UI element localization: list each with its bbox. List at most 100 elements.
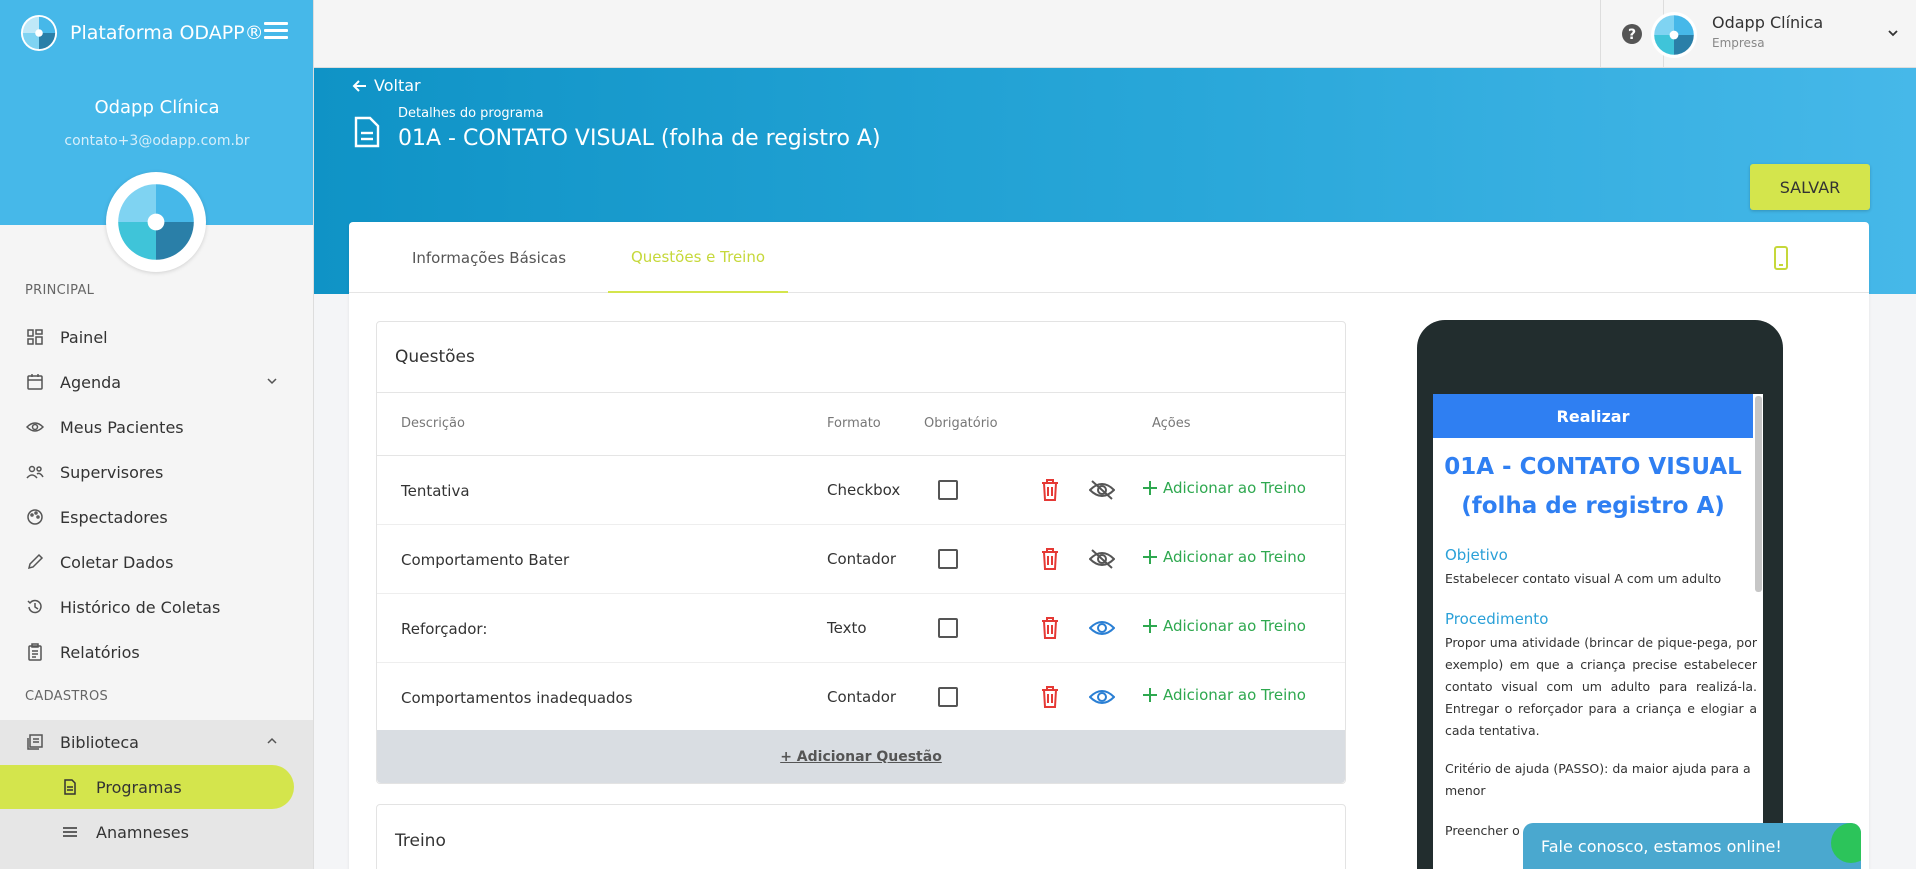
required-checkbox[interactable]	[938, 549, 958, 569]
procedure-text: Propor uma atividade (brincar de pique-p…	[1445, 635, 1757, 738]
topbar: ? Odapp Clínica Empresa	[314, 0, 1916, 68]
plus-icon	[1143, 619, 1157, 633]
chevron-down-icon[interactable]	[1886, 26, 1900, 40]
chat-widget[interactable]: Fale conosco, estamos online!	[1523, 823, 1861, 869]
brand-name: Plataforma ODAPP®	[70, 22, 264, 44]
puzzle-logo-icon	[20, 14, 58, 52]
sidebar-item-biblioteca[interactable]: Biblioteca	[0, 720, 313, 764]
arrow-left-icon	[352, 79, 366, 92]
page-title: 01A - CONTATO VISUAL (folha de registro …	[398, 126, 881, 151]
objective-heading: Objetivo	[1445, 546, 1508, 564]
sidebar-item-label: Relatórios	[60, 642, 140, 662]
scrollbar[interactable]	[1755, 396, 1762, 592]
chevron-down-icon	[267, 378, 277, 385]
pencil-icon	[27, 553, 44, 570]
sidebar-item-label: Painel	[60, 327, 108, 347]
chat-label: Fale conosco, estamos online!	[1541, 836, 1782, 856]
training-title: Treino	[395, 831, 446, 851]
topbar-avatar[interactable]	[1651, 12, 1697, 58]
topbar-user-name[interactable]: Odapp Clínica	[1712, 13, 1823, 32]
eye-icon[interactable]	[1089, 686, 1115, 708]
add-to-training-label: Adicionar ao Treino	[1163, 686, 1306, 704]
sidebar-item-label: Supervisores	[60, 462, 164, 482]
sidebar-item-label: Meus Pacientes	[60, 417, 184, 437]
book-icon	[27, 734, 43, 750]
list-icon	[63, 827, 77, 837]
back-link[interactable]: Voltar	[352, 76, 421, 95]
training-panel: Treino	[376, 804, 1346, 869]
sidebar-item-programas[interactable]: Programas	[0, 765, 294, 809]
eye-off-icon[interactable]	[1089, 479, 1115, 501]
back-label: Voltar	[374, 76, 421, 95]
palette-icon	[27, 509, 43, 525]
mobile-preview-icon[interactable]	[1774, 246, 1788, 270]
sidebar-item-coletar-dados[interactable]: Coletar Dados	[0, 540, 313, 584]
eye-off-icon[interactable]	[1089, 548, 1115, 570]
sidebar-item-meus-pacientes[interactable]: Meus Pacientes	[0, 405, 313, 449]
sidebar-item-label: Histórico de Coletas	[60, 597, 221, 617]
perform-button[interactable]: Realizar	[1433, 394, 1753, 438]
questions-title: Questões	[395, 347, 475, 367]
plus-icon	[1143, 481, 1157, 495]
sidebar-item-espectadores[interactable]: Espectadores	[0, 495, 313, 539]
sidebar-item-painel[interactable]: Painel	[0, 315, 313, 359]
question-description: Reforçador:	[401, 620, 488, 638]
svg-text:?: ?	[1628, 27, 1636, 43]
trash-icon[interactable]	[1041, 479, 1059, 501]
chevron-up-icon	[267, 737, 277, 744]
table-row: Comportamentos inadequados Contador Adic…	[377, 664, 1345, 732]
document-icon	[64, 779, 76, 795]
tab-questoes-treino[interactable]: Questões e Treino	[608, 222, 788, 293]
sidebar-item-anamneses[interactable]: Anamneses	[0, 810, 294, 854]
preview-title: 01A - CONTATO VISUAL (folha de registro …	[1444, 454, 1742, 519]
column-required: Obrigatório	[924, 416, 998, 431]
question-format: Texto	[827, 619, 867, 637]
required-checkbox[interactable]	[938, 618, 958, 638]
phone-screen: Realizar 01A - CONTATO VISUAL (folha de …	[1433, 394, 1763, 869]
questions-panel: Questões Descrição Formato Obrigatório A…	[376, 321, 1346, 784]
clipboard-icon	[28, 643, 42, 661]
sidebar-item-agenda[interactable]: Agenda	[0, 360, 313, 404]
tabs: Informações Básicas Questões e Treino	[349, 222, 1869, 293]
table-row: Reforçador: Texto Adicionar ao Treino	[377, 595, 1345, 663]
add-to-training-button[interactable]: Adicionar ao Treino	[1143, 548, 1306, 566]
tab-informacoes-basicas[interactable]: Informações Básicas	[409, 222, 569, 293]
dashboard-icon	[27, 329, 43, 345]
question-format: Contador	[827, 688, 897, 706]
sidebar-item-label: Espectadores	[60, 507, 168, 527]
plus-icon	[1143, 688, 1157, 702]
question-description: Comportamento Bater	[401, 551, 570, 569]
procedure-heading: Procedimento	[1445, 610, 1549, 628]
brand[interactable]: Plataforma ODAPP®	[20, 14, 264, 52]
phone-preview: Realizar 01A - CONTATO VISUAL (folha de …	[1417, 320, 1783, 869]
objective-text: Estabelecer contato visual A com um adul…	[1445, 571, 1722, 586]
add-to-training-label: Adicionar ao Treino	[1163, 479, 1306, 497]
add-to-training-label: Adicionar ao Treino	[1163, 548, 1306, 566]
sidebar-item-relatorios[interactable]: Relatórios	[0, 630, 313, 674]
required-checkbox[interactable]	[938, 687, 958, 707]
puzzle-avatar-icon	[1654, 15, 1694, 55]
trash-icon[interactable]	[1041, 686, 1059, 708]
sidebar-item-supervisores[interactable]: Supervisores	[0, 450, 313, 494]
eye-icon	[26, 422, 44, 432]
column-description: Descrição	[401, 416, 465, 431]
eye-icon[interactable]	[1089, 617, 1115, 639]
add-question-button[interactable]: + Adicionar Questão	[377, 730, 1345, 783]
section-cadastros: CADASTROS	[25, 689, 109, 704]
questions-table-header: Descrição Formato Obrigatório Ações	[377, 392, 1345, 456]
add-to-training-button[interactable]: Adicionar ao Treino	[1143, 479, 1306, 497]
menu-toggle-icon[interactable]	[264, 22, 288, 40]
required-checkbox[interactable]	[938, 480, 958, 500]
add-to-training-button[interactable]: Adicionar ao Treino	[1143, 617, 1306, 635]
add-to-training-button[interactable]: Adicionar ao Treino	[1143, 686, 1306, 704]
section-principal: PRINCIPAL	[25, 283, 95, 298]
save-button[interactable]: SALVAR	[1750, 164, 1870, 210]
sidebar-item-label: Coletar Dados	[60, 552, 174, 572]
question-format: Contador	[827, 550, 897, 568]
trash-icon[interactable]	[1041, 617, 1059, 639]
topbar-user-role: Empresa	[1712, 36, 1765, 50]
trash-icon[interactable]	[1041, 548, 1059, 570]
help-criteria-text: Critério de ajuda (PASSO): da maior ajud…	[1445, 761, 1751, 798]
sidebar-item-historico[interactable]: Histórico de Coletas	[0, 585, 313, 629]
column-actions: Ações	[1152, 416, 1191, 431]
